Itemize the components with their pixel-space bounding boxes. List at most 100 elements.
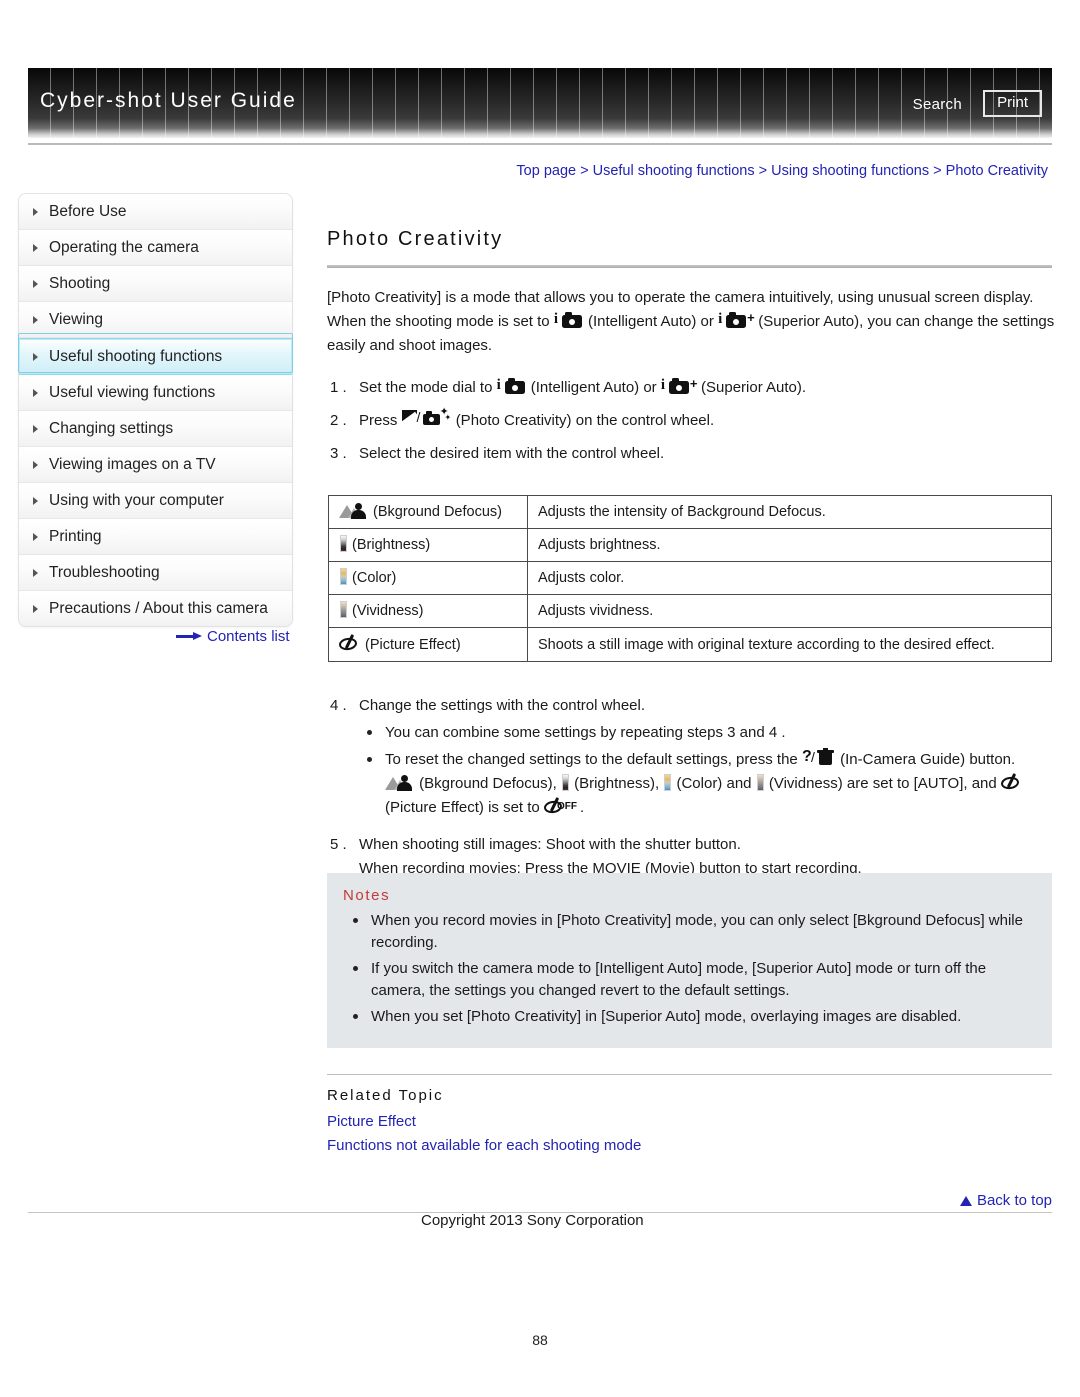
bullet-text-c: (Bkground Defocus), bbox=[419, 775, 557, 792]
print-button[interactable]: Print bbox=[983, 90, 1042, 117]
picture-effect-icon bbox=[338, 634, 361, 652]
related-link-picture-effect[interactable]: Picture Effect bbox=[327, 1113, 416, 1130]
header-divider bbox=[28, 143, 1052, 145]
notes-box: Notes When you record movies in [Photo C… bbox=[327, 873, 1052, 1048]
brightness-icon bbox=[561, 774, 570, 791]
table-row: (Bkground Defocus) Adjusts the intensity… bbox=[328, 495, 1052, 529]
superior-auto-icon: i + bbox=[718, 310, 755, 328]
bullet-icon bbox=[353, 1014, 358, 1019]
contents-list-label: Contents list bbox=[207, 628, 290, 645]
sidebar-item-changing-settings[interactable]: Changing settings bbox=[19, 411, 292, 447]
sidebar-item-label: Printing bbox=[49, 528, 102, 545]
steps-1-3: 1 . Set the mode dial to i (Intelligent … bbox=[327, 376, 1055, 475]
notes-title: Notes bbox=[343, 887, 391, 904]
sidebar-item-useful-shooting-functions[interactable]: Useful shooting functions bbox=[19, 338, 292, 375]
note-text: When you set [Photo Creativity] in [Supe… bbox=[371, 1008, 962, 1025]
list-item: You can combine some settings by repeati… bbox=[359, 721, 1055, 745]
sidebar-item-troubleshooting[interactable]: Troubleshooting bbox=[19, 555, 292, 591]
bullet-icon bbox=[367, 730, 372, 735]
copyright-text: Copyright 2013 Sony Corporation bbox=[421, 1212, 644, 1229]
sidebar-item-viewing-images-on-a-tv[interactable]: Viewing images on a TV bbox=[19, 447, 292, 483]
contents-list-link[interactable]: Contents list bbox=[176, 628, 290, 645]
table-row: (Brightness) Adjusts brightness. bbox=[328, 528, 1052, 562]
search-button[interactable]: Search bbox=[913, 96, 962, 113]
site-header: Cyber-shot User Guide Search Print bbox=[28, 68, 1052, 138]
sidebar-item-label: Operating the camera bbox=[49, 239, 199, 256]
back-to-top-label: Back to top bbox=[976, 1192, 1052, 1209]
table-row: (Vividness) Adjusts vividness. bbox=[328, 594, 1052, 628]
arrow-right-icon bbox=[176, 632, 202, 641]
chevron-right-icon bbox=[33, 461, 38, 469]
page-root: Cyber-shot User Guide Search Print Befor… bbox=[0, 0, 1080, 1397]
chevron-right-icon bbox=[33, 569, 38, 577]
table-item-label: (Bkground Defocus) bbox=[373, 504, 502, 520]
vividness-icon bbox=[339, 601, 348, 618]
settings-table: (Bkground Defocus) Adjusts the intensity… bbox=[328, 495, 1052, 662]
intro-text-b: (Intelligent Auto) or bbox=[587, 313, 714, 330]
table-cell-desc: Adjusts the intensity of Background Defo… bbox=[527, 495, 1052, 529]
step-text-a: Set the mode dial to bbox=[359, 379, 493, 396]
back-to-top-link[interactable]: Back to top bbox=[959, 1192, 1052, 1209]
step-2: 2 . Press / ✦ ✦ (Photo Creativity) on the … bbox=[327, 407, 1055, 433]
chevron-right-icon bbox=[33, 533, 38, 541]
bullet-text-a: To reset the changed settings to the def… bbox=[385, 751, 798, 768]
sidebar-item-label: Viewing images on a TV bbox=[49, 456, 216, 473]
intelligent-auto-icon: i bbox=[554, 312, 584, 329]
sidebar-nav: Before Use Operating the camera Shooting… bbox=[18, 193, 293, 627]
color-icon bbox=[663, 774, 672, 791]
sidebar-item-label: Before Use bbox=[49, 203, 127, 220]
chevron-right-icon bbox=[33, 244, 38, 252]
list-item: To reset the changed settings to the def… bbox=[359, 748, 1055, 820]
title-divider bbox=[327, 265, 1052, 268]
superior-auto-icon: i + bbox=[660, 376, 698, 394]
list-item: If you switch the camera mode to [Intell… bbox=[343, 958, 1036, 1002]
bkground-defocus-icon bbox=[339, 503, 369, 519]
intro-text: [Photo Creativity] is a mode that allows… bbox=[327, 286, 1055, 358]
sidebar-item-shooting[interactable]: Shooting bbox=[19, 266, 292, 302]
sidebar-item-label: Useful viewing functions bbox=[49, 384, 216, 401]
sidebar-item-label: Using with your computer bbox=[49, 492, 224, 509]
bullet-text-b: (In-Camera Guide) button. bbox=[840, 751, 1016, 768]
sidebar-item-label: Troubleshooting bbox=[49, 564, 160, 581]
table-cell-desc: Shoots a still image with original textu… bbox=[527, 627, 1052, 662]
related-link-functions-not-available[interactable]: Functions not available for each shootin… bbox=[327, 1137, 641, 1154]
table-cell-desc: Adjusts vividness. bbox=[527, 594, 1052, 628]
bullet-text-d: (Brightness), bbox=[574, 775, 660, 792]
table-cell-name: (Vividness) bbox=[328, 594, 528, 628]
triangle-up-icon bbox=[959, 1196, 972, 1206]
table-cell-name: (Color) bbox=[328, 561, 528, 595]
photo-creativity-icon: / ✦ ✦ bbox=[401, 407, 452, 428]
sidebar-item-printing[interactable]: Printing bbox=[19, 519, 292, 555]
step-text-a: Select the desired item with the control… bbox=[359, 445, 665, 462]
step-text-a: Press bbox=[359, 412, 398, 429]
sidebar-item-viewing[interactable]: Viewing bbox=[19, 302, 292, 338]
step-text-c: (Superior Auto). bbox=[701, 379, 807, 396]
bullet-icon bbox=[353, 966, 358, 971]
step-3: 3 . Select the desired item with the con… bbox=[327, 442, 1055, 466]
page-number: 88 bbox=[532, 1332, 548, 1348]
bullet-text-e: (Color) and bbox=[676, 775, 752, 792]
note-text: When you record movies in [Photo Creativ… bbox=[371, 912, 1023, 951]
bullet-text-h: . bbox=[579, 799, 585, 816]
picture-effect-off-icon: OFF bbox=[543, 797, 580, 815]
sidebar-item-useful-viewing-functions[interactable]: Useful viewing functions bbox=[19, 375, 292, 411]
steps-4-5: 4 . Change the settings with the control… bbox=[327, 694, 1055, 890]
related-topic-heading: Related Topic bbox=[327, 1087, 444, 1104]
bullet-text-g: (Picture Effect) is set to bbox=[385, 799, 540, 816]
chevron-right-icon bbox=[33, 353, 38, 361]
notes-list: When you record movies in [Photo Creativ… bbox=[343, 910, 1036, 1028]
sidebar-item-operating-the-camera[interactable]: Operating the camera bbox=[19, 230, 292, 266]
picture-effect-icon bbox=[1000, 773, 1023, 791]
chevron-right-icon bbox=[33, 425, 38, 433]
sidebar-item-before-use[interactable]: Before Use bbox=[19, 194, 292, 230]
sidebar-item-label: Viewing bbox=[49, 311, 104, 328]
sidebar-item-precautions-about-this-camera[interactable]: Precautions / About this camera bbox=[19, 591, 292, 626]
step-4: 4 . Change the settings with the control… bbox=[327, 694, 1055, 820]
step-text-b: (Intelligent Auto) or bbox=[530, 379, 657, 396]
sidebar-item-using-with-your-computer[interactable]: Using with your computer bbox=[19, 483, 292, 519]
intelligent-auto-icon: i bbox=[497, 378, 527, 395]
breadcrumb[interactable]: Top page > Useful shooting functions > U… bbox=[320, 163, 1048, 179]
bullet-icon bbox=[353, 918, 358, 923]
table-row: (Color) Adjusts color. bbox=[328, 561, 1052, 595]
step-1: 1 . Set the mode dial to i (Intelligent … bbox=[327, 376, 1055, 400]
